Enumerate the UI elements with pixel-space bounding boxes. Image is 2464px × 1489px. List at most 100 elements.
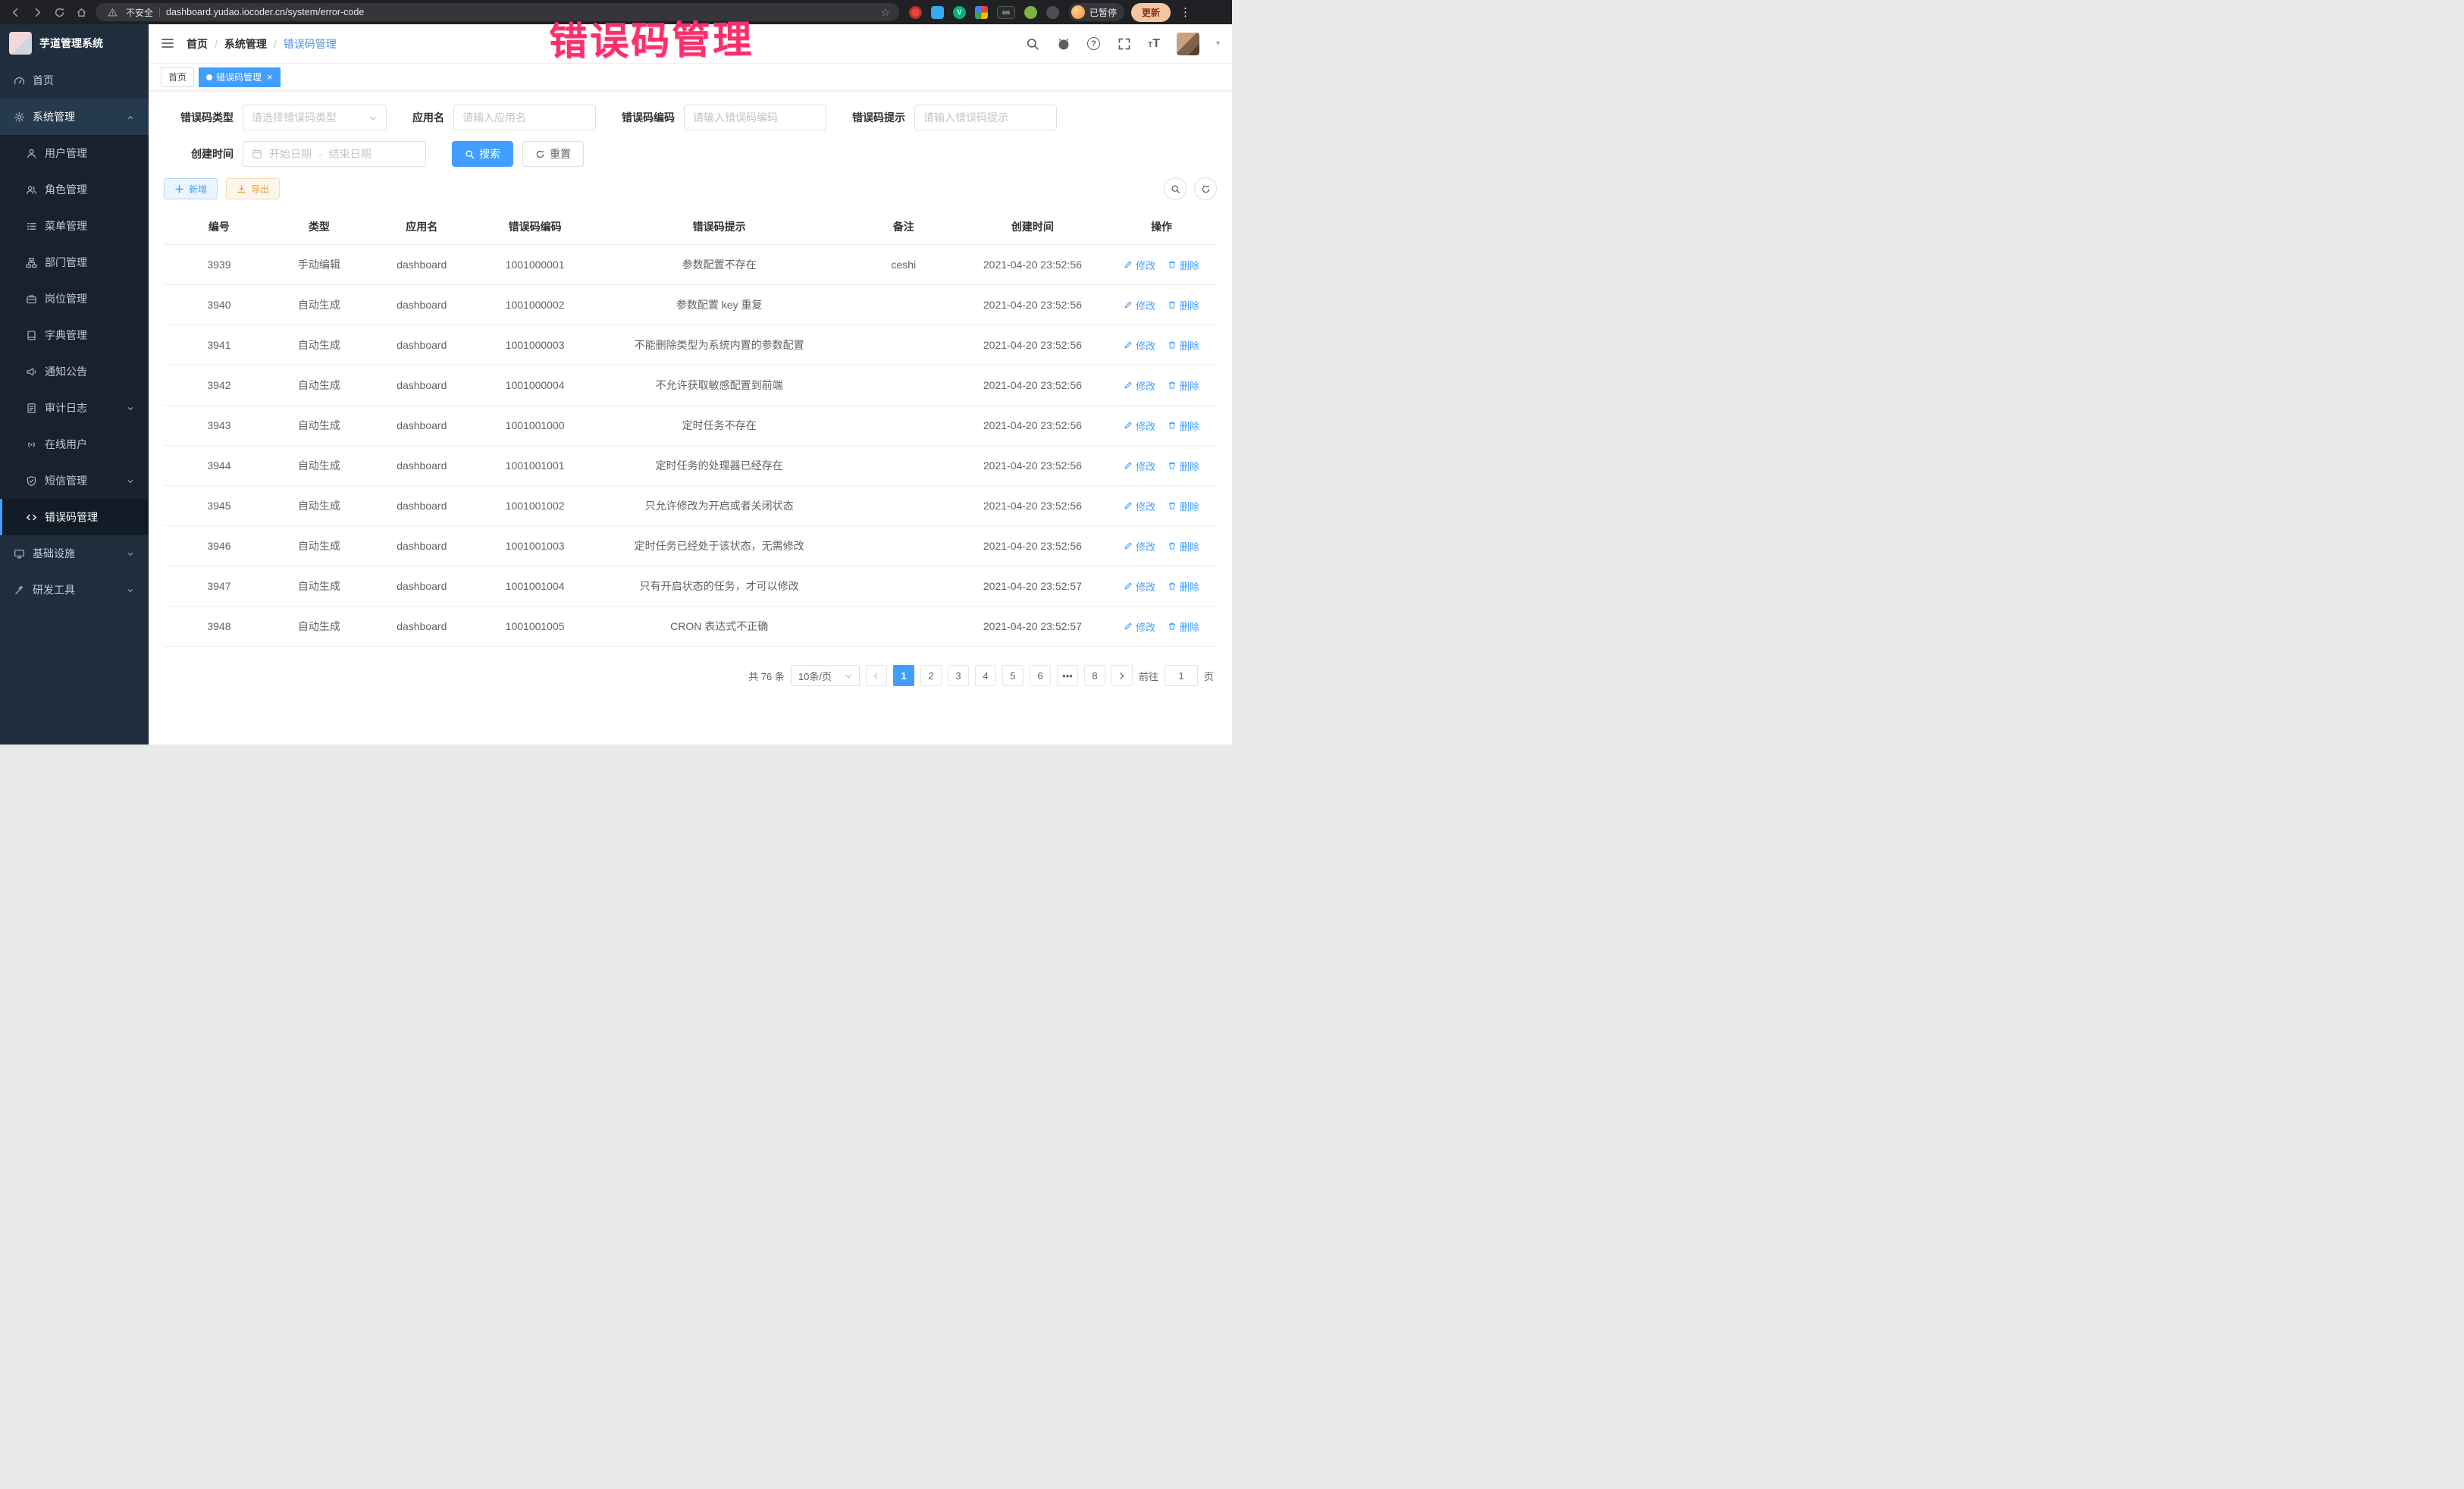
filter-label: 错误码提示: [852, 110, 905, 125]
sidebar-item-role-mgmt[interactable]: 角色管理: [0, 171, 149, 208]
cell-memo: [848, 325, 959, 365]
more-pages-button[interactable]: •••: [1057, 665, 1078, 686]
font-size-icon[interactable]: TT: [1148, 37, 1160, 51]
edit-button[interactable]: 修改: [1124, 499, 1155, 513]
edit-button[interactable]: 修改: [1124, 258, 1155, 272]
breadcrumb-home[interactable]: 首页: [187, 36, 208, 52]
delete-button[interactable]: 删除: [1168, 579, 1199, 594]
bookmark-star-icon[interactable]: ☆: [880, 6, 890, 19]
address-bar[interactable]: 不安全 dashboard.yudao.iocoder.cn/system/er…: [96, 3, 899, 21]
cell-app: dashboard: [364, 446, 480, 486]
error-hint-input[interactable]: [914, 105, 1057, 130]
delete-button[interactable]: 删除: [1168, 619, 1199, 634]
back-icon[interactable]: [8, 5, 23, 20]
edit-button[interactable]: 修改: [1124, 418, 1155, 433]
edit-button[interactable]: 修改: [1124, 619, 1155, 634]
forward-icon[interactable]: [30, 5, 45, 20]
cell-app: dashboard: [364, 607, 480, 647]
sidebar-item-sms-mgmt[interactable]: 短信管理: [0, 462, 149, 499]
sidebar-item-online-users[interactable]: 在线用户: [0, 426, 149, 462]
delete-button[interactable]: 删除: [1168, 258, 1199, 272]
sidebar-item-infrastructure[interactable]: 基础设施: [0, 535, 149, 572]
cell-id: 3944: [164, 446, 274, 486]
date-range-picker[interactable]: 开始日期 - 结束日期: [243, 141, 426, 167]
sidebar-item-notice[interactable]: 通知公告: [0, 353, 149, 390]
sidebar-item-devtools[interactable]: 研发工具: [0, 572, 149, 608]
delete-button[interactable]: 删除: [1168, 539, 1199, 553]
error-code-input[interactable]: [684, 105, 826, 130]
edit-button[interactable]: 修改: [1124, 459, 1155, 473]
edit-button[interactable]: 修改: [1124, 378, 1155, 393]
extension-icon[interactable]: V: [953, 6, 966, 19]
search-icon[interactable]: [1025, 36, 1039, 51]
pagination-total: 共 76 条: [748, 669, 785, 683]
export-button[interactable]: 导出: [226, 178, 280, 199]
reset-button[interactable]: 重置: [522, 141, 584, 167]
github-icon[interactable]: [1056, 36, 1071, 51]
tab-error-code[interactable]: 错误码管理 ×: [199, 67, 281, 87]
delete-button[interactable]: 删除: [1168, 418, 1199, 433]
close-tab-icon[interactable]: ×: [267, 72, 273, 82]
page-number[interactable]: 6: [1030, 665, 1051, 686]
profile-paused-chip[interactable]: 已暂停: [1069, 3, 1124, 21]
fullscreen-icon[interactable]: [1117, 36, 1131, 51]
filter-code: 错误码编码: [622, 105, 826, 130]
cell-id: 3942: [164, 365, 274, 406]
avatar-caret-icon[interactable]: ▾: [1216, 39, 1220, 48]
goto-page-input[interactable]: [1165, 665, 1198, 686]
edit-label: 修改: [1136, 459, 1155, 473]
extension-icon[interactable]: [931, 6, 944, 19]
tools-icon: [14, 585, 25, 596]
extension-icon[interactable]: [1024, 6, 1037, 19]
sidebar-item-dept-mgmt[interactable]: 部门管理: [0, 244, 149, 281]
page-number[interactable]: 1: [893, 665, 914, 686]
update-button[interactable]: 更新: [1131, 3, 1171, 22]
cell-id: 3946: [164, 526, 274, 566]
sidebar-item-system[interactable]: 系统管理: [0, 99, 149, 135]
page-size-select[interactable]: 10条/页: [791, 665, 860, 686]
extension-on-badge[interactable]: on: [997, 6, 1015, 19]
search-button[interactable]: 搜索: [452, 141, 513, 167]
sidebar-item-user-mgmt[interactable]: 用户管理: [0, 135, 149, 171]
tab-home[interactable]: 首页: [161, 67, 194, 87]
reload-icon[interactable]: [52, 5, 67, 20]
edit-button[interactable]: 修改: [1124, 539, 1155, 553]
edit-button[interactable]: 修改: [1124, 298, 1155, 312]
extension-icon[interactable]: [909, 6, 922, 19]
user-avatar[interactable]: [1177, 33, 1199, 55]
help-icon[interactable]: ?: [1087, 37, 1100, 50]
toggle-search-button[interactable]: [1164, 177, 1187, 200]
edit-button[interactable]: 修改: [1124, 579, 1155, 594]
page-number[interactable]: 8: [1084, 665, 1105, 686]
refresh-table-button[interactable]: [1194, 177, 1217, 200]
add-button[interactable]: 新增: [164, 178, 218, 199]
extension-icon[interactable]: [975, 6, 988, 19]
app-name-input[interactable]: [453, 105, 596, 130]
delete-button[interactable]: 删除: [1168, 298, 1199, 312]
cell-actions: 修改 删除: [1106, 607, 1217, 647]
sidebar-item-dict-mgmt[interactable]: 字典管理: [0, 317, 149, 353]
home-icon[interactable]: [74, 5, 89, 20]
sidebar-item-menu-mgmt[interactable]: 菜单管理: [0, 208, 149, 244]
breadcrumb-system[interactable]: 系统管理: [224, 36, 267, 52]
browser-menu-dots-icon[interactable]: ⋮: [1177, 5, 1193, 19]
page-number[interactable]: 4: [975, 665, 996, 686]
delete-button[interactable]: 删除: [1168, 499, 1199, 513]
delete-button[interactable]: 删除: [1168, 459, 1199, 473]
sidebar-item-audit-log[interactable]: 审计日志: [0, 390, 149, 426]
sidebar-item-post-mgmt[interactable]: 岗位管理: [0, 281, 149, 317]
delete-button[interactable]: 删除: [1168, 338, 1199, 353]
edit-button[interactable]: 修改: [1124, 338, 1155, 353]
page-number[interactable]: 2: [920, 665, 942, 686]
sidebar-item-error-code[interactable]: 错误码管理: [0, 499, 149, 535]
delete-button[interactable]: 删除: [1168, 378, 1199, 393]
prev-page-button[interactable]: [866, 665, 887, 686]
sidebar-item-home[interactable]: 首页: [0, 62, 149, 99]
cell-id: 3947: [164, 566, 274, 607]
next-page-button[interactable]: [1111, 665, 1133, 686]
hamburger-icon[interactable]: [161, 36, 176, 52]
page-number[interactable]: 3: [948, 665, 969, 686]
extension-pin-icon[interactable]: [1046, 6, 1059, 19]
page-number[interactable]: 5: [1002, 665, 1024, 686]
error-type-select[interactable]: 请选择错误码类型: [243, 105, 387, 130]
